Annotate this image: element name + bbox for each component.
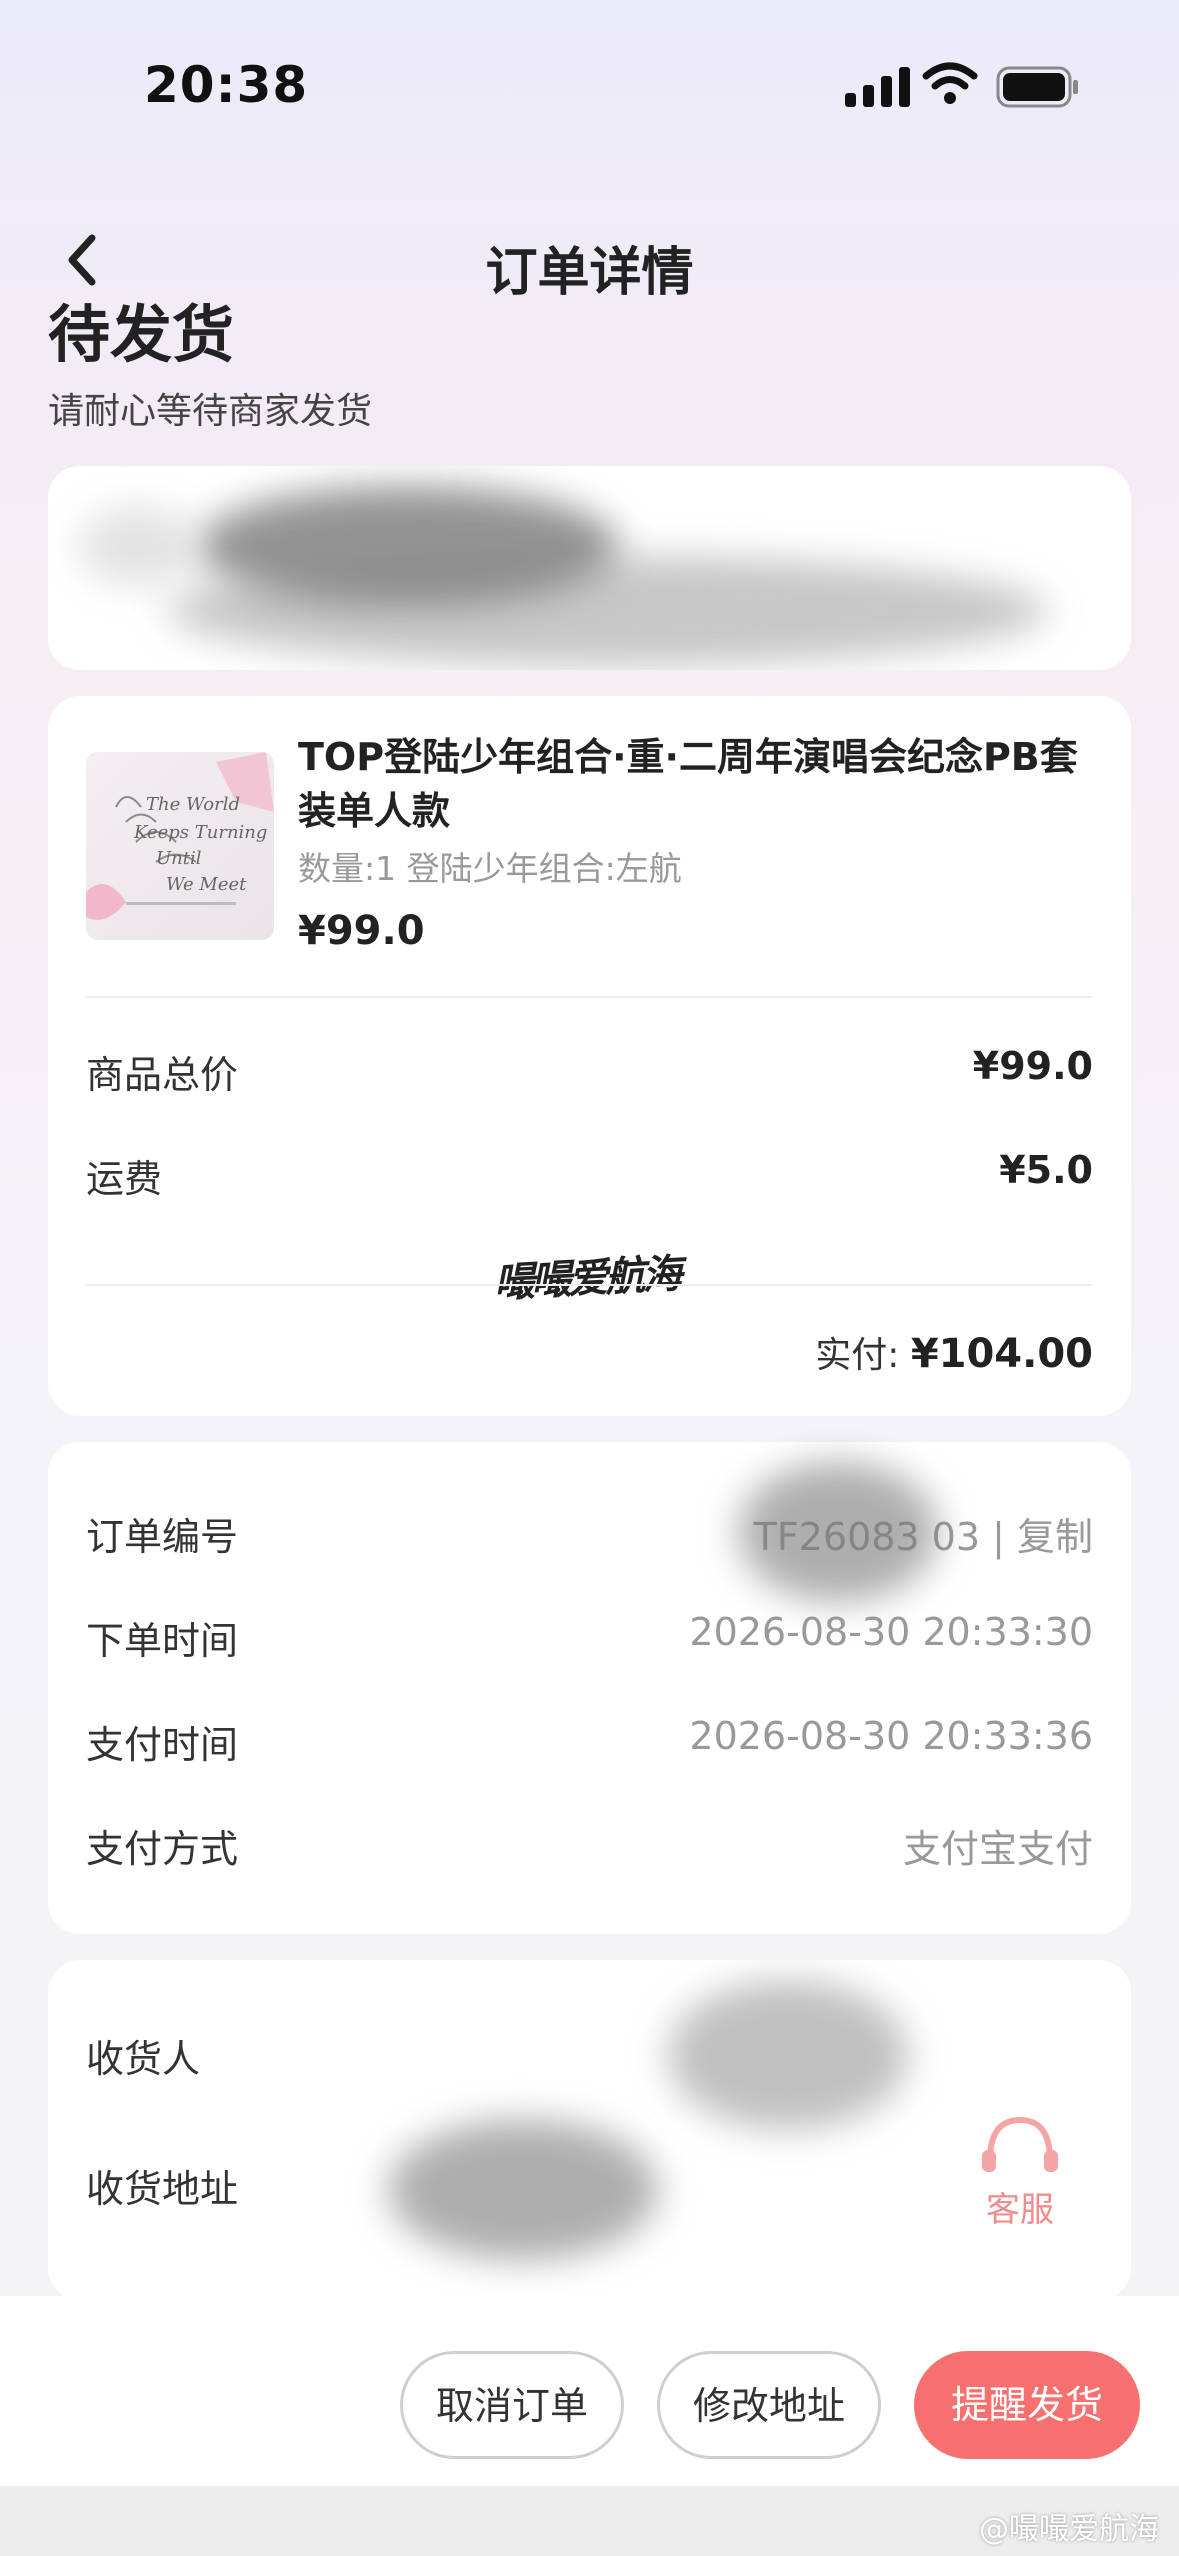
amount-paid-label: 实付: <box>815 1335 900 1376</box>
product-spec: 数量:1 登陆少年组合:左航 <box>298 849 682 888</box>
shipping-fee-label: 运费 <box>86 1157 163 1201</box>
headset-icon <box>982 2116 1058 2172</box>
pay-time-label: 支付时间 <box>86 1723 239 1767</box>
modify-address-button[interactable]: 修改地址 <box>657 2351 881 2459</box>
order-info-card: 订单编号 TF26083 03 | 复制 下单时间 2026-08-30 20:… <box>48 1442 1131 1934</box>
svg-text:Keeps Turning: Keeps Turning <box>133 822 267 843</box>
amount-paid: 实付: ¥104.00 <box>815 1326 1093 1378</box>
svg-text:The World: The World <box>146 794 240 815</box>
goods-total-value: ¥99.0 <box>972 1044 1093 1088</box>
redaction-blur <box>738 1462 938 1602</box>
product-title[interactable]: TOP登陆少年组合·重·二周年演唱会纪念PB套装单人款 <box>298 730 1078 838</box>
divider <box>86 996 1092 998</box>
bottom-action-bar: 取消订单 修改地址 提醒发货 <box>0 2296 1179 2486</box>
order-status-heading: 待发货 <box>48 298 235 371</box>
customer-service-button[interactable]: 客服 <box>940 2090 1100 2250</box>
order-number-label: 订单编号 <box>86 1515 239 1559</box>
redaction-blur <box>668 1980 908 2130</box>
customer-service-label: 客服 <box>986 2190 1054 2230</box>
weibo-watermark: @嘬嘬爱航海 <box>979 2512 1159 2547</box>
pay-method-value: 支付宝支付 <box>902 1827 1093 1871</box>
shipping-fee-value: ¥5.0 <box>999 1148 1093 1192</box>
redaction-blur <box>168 556 1048 666</box>
shipping-address-card[interactable] <box>48 466 1131 670</box>
amount-paid-value: ¥104.00 <box>910 1331 1093 1377</box>
svg-text:We Meet: We Meet <box>166 874 247 895</box>
wifi-icon <box>922 62 978 104</box>
status-time: 20:38 <box>144 56 309 114</box>
remind-shipment-button[interactable]: 提醒发货 <box>914 2351 1140 2459</box>
footer-strip: @嘬嘬爱航海 <box>0 2486 1179 2556</box>
product-card: The World Keeps Turning Until We Meet TO… <box>48 696 1131 1416</box>
handwritten-watermark: 嘬嘬爱航海 <box>493 1250 681 1307</box>
order-status-subtext: 请耐心等待商家发货 <box>48 391 373 432</box>
product-thumbnail[interactable]: The World Keeps Turning Until We Meet <box>86 752 274 940</box>
cellular-signal-icon <box>845 67 910 107</box>
order-time-label: 下单时间 <box>86 1619 239 1663</box>
pay-time-value: 2026-08-30 20:33:36 <box>689 1714 1093 1758</box>
receiver-address-label: 收货地址 <box>86 2167 239 2211</box>
order-time-value: 2026-08-30 20:33:30 <box>689 1610 1093 1654</box>
goods-total-label: 商品总价 <box>86 1053 239 1097</box>
svg-text:Until: Until <box>156 848 202 869</box>
product-cover-art: The World Keeps Turning Until We Meet <box>86 752 274 920</box>
product-price: ¥99.0 <box>298 908 425 954</box>
pay-method-label: 支付方式 <box>86 1827 239 1871</box>
receiver-name-label: 收货人 <box>86 2037 201 2081</box>
status-bar: 20:38 <box>0 0 1179 170</box>
cancel-order-button[interactable]: 取消订单 <box>400 2351 624 2459</box>
redaction-blur <box>388 2120 658 2260</box>
redaction-blur <box>78 506 198 586</box>
divider <box>86 1284 1092 1286</box>
battery-icon <box>996 66 1078 108</box>
